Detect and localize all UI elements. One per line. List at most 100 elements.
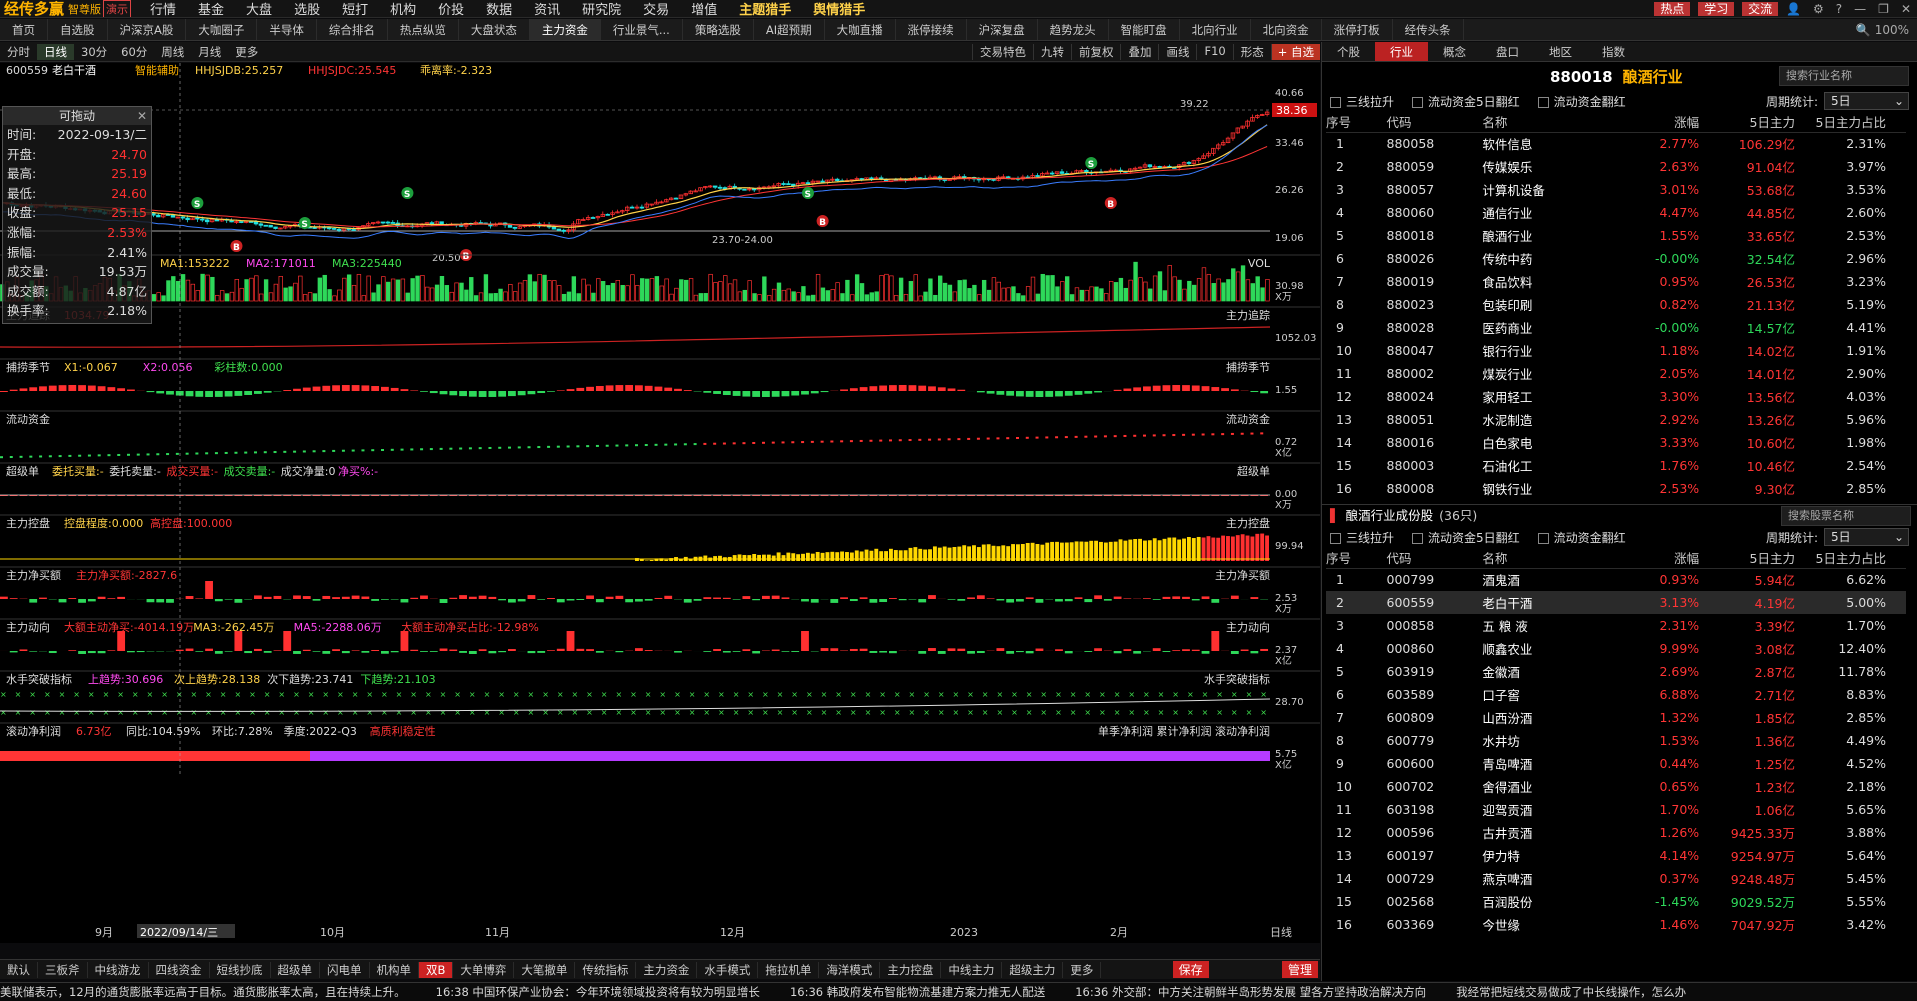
industry-search-input[interactable]: 搜索行业名称 (1779, 66, 1909, 86)
table-row[interactable]: 13 600197 伊力特 4.14% 9254.97万 5.64% (1326, 844, 1906, 867)
indicator-tab[interactable]: 海洋模式 (819, 961, 881, 978)
indicator-tab[interactable]: 主力控盘 (880, 961, 942, 978)
row-code[interactable]: 880051 (1387, 408, 1483, 431)
tab-item[interactable]: 沪深京A股 (108, 19, 187, 40)
table-row[interactable]: 2 600559 老白干酒 3.13% 4.19亿 5.00% (1326, 591, 1906, 614)
ticker-item[interactable]: 美联储表示，12月的通货膨胀率远高于目标。通货膨胀率太高，且在持续上升。 (0, 984, 436, 1000)
period-select[interactable]: 5日 ⌄ (1824, 528, 1909, 546)
checkbox-icon[interactable] (1412, 96, 1424, 108)
ticker-item[interactable]: 16:36 韩政府发布智能物流基建方案力推无人配送 (790, 984, 1075, 1000)
table-row[interactable]: 12 880024 家用轻工 3.30% 13.56亿 4.03% (1326, 385, 1906, 408)
row-name[interactable]: 通信行业 (1482, 201, 1603, 224)
manage-button[interactable]: 管理 (1281, 961, 1318, 978)
sector-tab[interactable]: 概念 (1428, 42, 1481, 61)
kline-svg[interactable]: 600559 老白干酒 智能辅助 HHJSJDB:25.257 HHJSJDC:25.5… (0, 63, 1320, 943)
row-code[interactable]: 600702 (1387, 775, 1483, 798)
restore-icon[interactable]: ❐ (1872, 2, 1895, 16)
row-name[interactable]: 传统中药 (1482, 247, 1603, 270)
indicator-tab[interactable]: 超级单 (271, 961, 320, 978)
indicator-tab[interactable]: 中线主力 (941, 961, 1003, 978)
row-code[interactable]: 002568 (1387, 890, 1483, 913)
ticker-item[interactable]: 我经常把短线交易做成了中长线操作，怎么办 (1456, 984, 1716, 1000)
indicator-tab[interactable]: 三板斧 (38, 961, 88, 978)
indicator-tab[interactable]: 默认 (0, 961, 38, 978)
table-row[interactable]: 7 880019 食品饮料 0.95% 26.53亿 3.23% (1326, 270, 1906, 293)
indicator-tab[interactable]: 传统指标 (575, 961, 637, 978)
add-watchlist-button[interactable]: + 自选 (1270, 43, 1320, 60)
close-icon[interactable]: ✕ (137, 107, 147, 125)
table-row[interactable]: 5 603919 金徽酒 2.69% 2.87亿 11.78% (1326, 660, 1906, 683)
row-code[interactable]: 880016 (1387, 431, 1483, 454)
tab-item[interactable]: 首页 (0, 19, 48, 40)
row-code[interactable]: 880028 (1387, 316, 1483, 339)
tab-item[interactable]: 涨停打板 (1322, 19, 1393, 40)
exchange-button[interactable]: 交流 (1742, 1, 1779, 16)
filter-three-line[interactable]: 三线拉升 (1330, 93, 1394, 110)
tab-item[interactable]: 趋势龙头 (1038, 19, 1109, 40)
tab-item[interactable]: 大咖圈子 (186, 19, 258, 40)
menu-item[interactable]: 短打 (331, 3, 379, 17)
menu-item[interactable]: 舆情猎手 (802, 3, 876, 17)
row-code[interactable]: 603198 (1387, 798, 1483, 821)
tab-item[interactable]: 综合排名 (317, 19, 388, 40)
row-name[interactable]: 古井贡酒 (1482, 821, 1603, 844)
checkbox-icon[interactable] (1330, 532, 1341, 544)
period-select[interactable]: 5日 ⌄ (1824, 92, 1909, 110)
row-code[interactable]: 880057 (1387, 178, 1483, 201)
ticker-item[interactable]: 16:38 中国环保产业协会：今年环境领域投资将有较为明显增长 (436, 984, 790, 1000)
row-code[interactable]: 600197 (1387, 844, 1483, 867)
row-code[interactable]: 600809 (1387, 706, 1483, 729)
tab-item[interactable]: 智能盯盘 (1109, 19, 1180, 40)
row-name[interactable]: 山西汾酒 (1482, 706, 1603, 729)
row-name[interactable]: 钢铁行业 (1482, 477, 1603, 500)
sector-tab[interactable]: 盘口 (1481, 42, 1534, 61)
period-item[interactable]: 月线 (191, 44, 228, 60)
row-code[interactable]: 880018 (1387, 224, 1483, 247)
table-row[interactable]: 1 880058 软件信息 2.77% 106.29亿 2.31% (1326, 132, 1906, 155)
menu-item[interactable]: 资讯 (523, 3, 571, 17)
period-item[interactable]: 分时 (0, 44, 37, 60)
checkbox-icon[interactable] (1537, 96, 1549, 108)
period-item[interactable]: 日线 (37, 43, 74, 60)
indicator-tab[interactable]: 主力资金 (636, 961, 698, 978)
table-row[interactable]: 8 880023 包装印刷 0.82% 21.13亿 5.19% (1326, 293, 1906, 316)
minimize-icon[interactable]: — (1848, 2, 1872, 16)
row-name[interactable]: 老白干酒 (1482, 591, 1604, 614)
row-name[interactable]: 石油化工 (1482, 454, 1603, 477)
sector-tab[interactable]: 行业 (1375, 42, 1428, 61)
row-code[interactable]: 880026 (1387, 247, 1483, 270)
row-name[interactable]: 银行行业 (1482, 339, 1603, 362)
table-row[interactable]: 3 000858 五 粮 液 2.31% 3.39亿 1.70% (1326, 614, 1906, 637)
menu-item[interactable]: 交易 (632, 3, 680, 17)
row-code[interactable]: 600779 (1387, 729, 1483, 752)
table-row[interactable]: 1 000799 酒鬼酒 0.93% 5.94亿 6.62% (1326, 568, 1906, 591)
row-name[interactable]: 金徽酒 (1482, 660, 1603, 683)
save-button[interactable]: 保存 (1172, 961, 1209, 978)
period-item[interactable]: 周线 (154, 44, 191, 60)
tab-item[interactable]: 涨停接续 (896, 19, 967, 40)
menu-item[interactable]: 机构 (379, 3, 427, 17)
table-row[interactable]: 15 002568 百润股份 -1.45% 9029.52万 5.55% (1326, 890, 1906, 913)
row-code[interactable]: 603589 (1387, 683, 1483, 706)
row-code[interactable]: 880023 (1387, 293, 1483, 316)
checkbox-icon[interactable] (1330, 96, 1341, 108)
row-name[interactable]: 迎驾贡酒 (1482, 798, 1603, 821)
indicator-tab[interactable]: 短线抄底 (210, 961, 271, 978)
row-code[interactable]: 880060 (1387, 201, 1483, 224)
row-code[interactable]: 000596 (1387, 821, 1483, 844)
tab-item[interactable]: 半导体 (257, 19, 317, 40)
indicator-tab[interactable]: 超级主力 (1002, 961, 1064, 978)
table-row[interactable]: 13 880051 水泥制造 2.92% 13.26亿 5.96% (1326, 408, 1906, 431)
gear-icon[interactable]: ⚙ (1807, 2, 1830, 16)
menu-item[interactable]: 增值 (680, 3, 728, 17)
row-code[interactable]: 000729 (1387, 867, 1483, 890)
table-row[interactable]: 14 880016 白色家电 3.33% 10.60亿 1.98% (1326, 431, 1906, 454)
help-icon[interactable]: ? (1830, 2, 1848, 16)
hot-button[interactable]: 热点 (1654, 1, 1691, 16)
row-name[interactable]: 白色家电 (1482, 431, 1603, 454)
indicator-tab[interactable]: 水手模式 (697, 961, 759, 978)
ticker-item[interactable]: 16:36 外交部：中方关注朝鲜半岛形势发展 望各方坚持政治解决方向 (1075, 984, 1456, 1000)
row-name[interactable]: 计算机设备 (1482, 178, 1603, 201)
row-code[interactable]: 600600 (1387, 752, 1483, 775)
chart-tool-button[interactable]: 画线 (1158, 43, 1196, 60)
